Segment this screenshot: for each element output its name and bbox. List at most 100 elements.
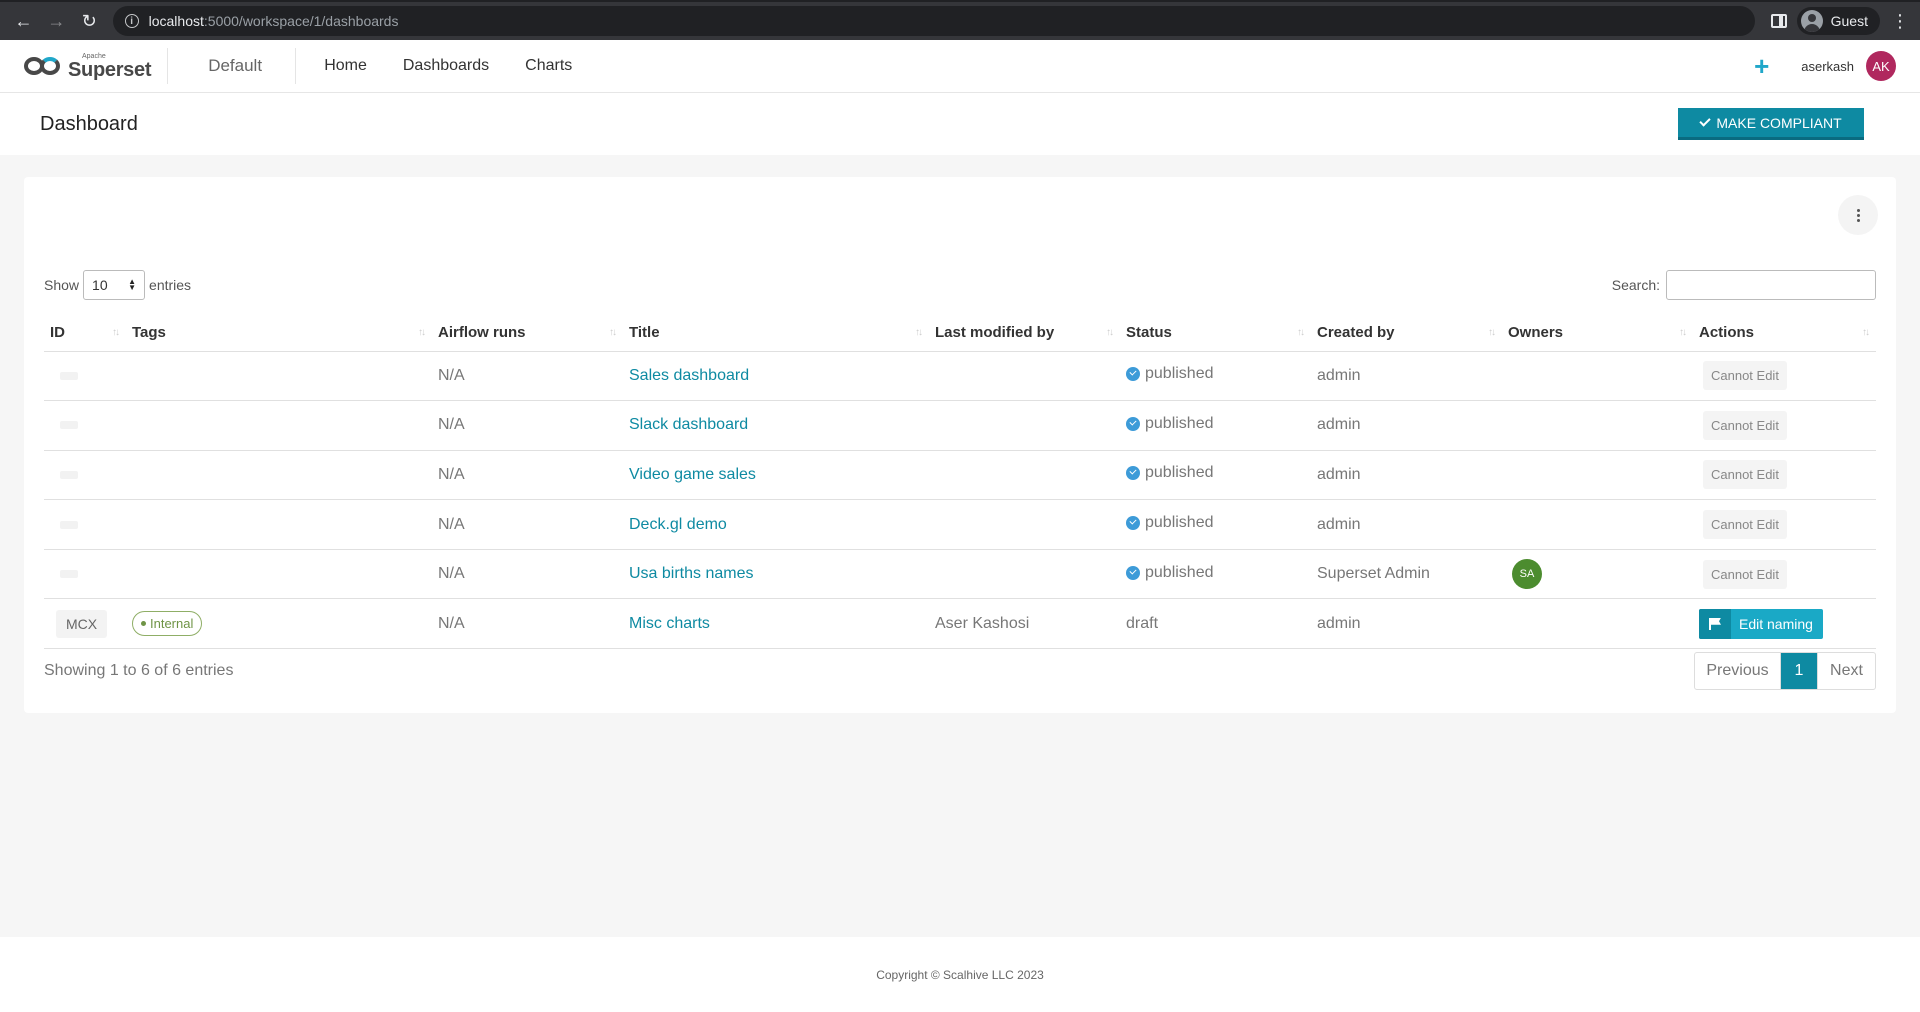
flag-icon — [1699, 608, 1731, 639]
user-avatar[interactable]: AK — [1866, 51, 1896, 81]
sort-icon: ↑↓ — [112, 327, 120, 338]
make-compliant-button[interactable]: MAKE COMPLIANT — [1678, 108, 1864, 140]
dashboards-card: Show 10 ▲ ▼ entries Search: ID ↑↓ Tags ↑↓ A… — [24, 177, 1896, 713]
status-text: published — [1145, 514, 1214, 532]
airflow-runs-cell: N/A — [432, 351, 623, 402]
search-label: Search: — [1611, 277, 1660, 293]
cannot-edit-button[interactable]: Cannot Edit — [1703, 559, 1787, 589]
published-badge-icon — [1126, 516, 1140, 531]
site-info-icon[interactable]: i — [124, 14, 139, 28]
cannot-edit-button[interactable]: Cannot Edit — [1703, 361, 1787, 391]
show-label: Show — [44, 277, 80, 293]
id-chip: MCX — [56, 609, 108, 638]
column-header-tags[interactable]: Tags ↑↓ — [126, 315, 432, 352]
dashboard-title-link[interactable]: Deck.gl demo — [629, 516, 727, 533]
menu-charts[interactable]: Charts — [507, 57, 590, 75]
edit-naming-label: Edit naming — [1739, 615, 1813, 632]
search-input[interactable] — [1666, 270, 1876, 300]
username[interactable]: aserkash — [1801, 59, 1854, 74]
column-header-owners[interactable]: Owners ↑↓ — [1502, 315, 1693, 352]
pagination: Previous 1 Next — [1694, 652, 1876, 690]
cannot-edit-button[interactable]: Cannot Edit — [1703, 410, 1787, 440]
previous-page-button[interactable]: Previous — [1695, 653, 1781, 689]
profile-button[interactable]: Guest — [1796, 7, 1880, 35]
created-by-cell: Superset Admin — [1311, 549, 1502, 600]
published-badge-icon — [1126, 466, 1140, 481]
page-title-bar: Dashboard MAKE COMPLIANT — [0, 93, 1920, 155]
browser-menu-icon[interactable]: ⋮ — [1890, 11, 1910, 32]
created-by-cell: admin — [1311, 598, 1502, 650]
side-panel-icon[interactable] — [1770, 14, 1787, 28]
sort-icon: ↑↓ — [915, 327, 923, 338]
app-header: Apache Superset Default Home Dashboards … — [0, 40, 1920, 93]
page-size-value: 10 — [92, 277, 108, 293]
column-header-id[interactable]: ID ↑↓ — [44, 315, 126, 352]
sort-icon: ↑↓ — [1862, 327, 1870, 338]
dashboards-table: ID ↑↓ Tags ↑↓ Airflow runs ↑↓ Title ↑↓ Last … — [44, 315, 1876, 650]
entries-label: entries — [149, 277, 192, 293]
sort-icon: ↑↓ — [418, 327, 426, 338]
page-size-select[interactable]: 10 ▲ ▼ — [83, 270, 146, 300]
dashboard-title-link[interactable]: Sales dashboard — [629, 367, 749, 384]
dashboard-title-link[interactable]: Slack dashboard — [629, 416, 748, 433]
edit-naming-button[interactable]: Edit naming — [1699, 608, 1823, 639]
status-text: published — [1145, 563, 1214, 581]
logo-text: Superset — [68, 58, 152, 81]
table-row: N/A Deck.gl demo published admin Cannot … — [44, 499, 1876, 550]
column-header-actions[interactable]: Actions ↑↓ — [1693, 315, 1876, 352]
id-placeholder — [60, 520, 78, 529]
logo-mark-icon — [24, 56, 64, 76]
menu-home[interactable]: Home — [306, 57, 385, 75]
column-header-last-modified-by[interactable]: Last modified by ↑↓ — [929, 315, 1120, 352]
address-bar[interactable]: i localhost:5000/workspace/1/dashboards — [112, 6, 1755, 36]
main-menu: Home Dashboards Charts — [306, 57, 590, 75]
cannot-edit-button[interactable]: Cannot Edit — [1703, 460, 1787, 490]
current-page-button[interactable]: 1 — [1781, 653, 1817, 689]
sort-icon: ↑↓ — [1106, 327, 1114, 338]
sort-icon: ↑↓ — [1679, 327, 1687, 338]
sort-icon: ↑↓ — [1297, 327, 1305, 338]
select-arrows-icon: ▲ ▼ — [128, 277, 137, 292]
check-icon — [1699, 114, 1712, 127]
column-header-status[interactable]: Status ↑↓ — [1120, 315, 1311, 352]
id-placeholder — [60, 371, 78, 380]
column-header-created-by[interactable]: Created by ↑↓ — [1311, 315, 1502, 352]
back-arrow-icon[interactable]: ← — [10, 7, 37, 35]
next-page-button[interactable]: Next — [1817, 653, 1875, 689]
dashboard-title-link[interactable]: Video game sales — [629, 466, 756, 483]
tag-chip[interactable]: Internal — [132, 611, 203, 637]
column-header-title[interactable]: Title ↑↓ — [623, 315, 929, 352]
published-badge-icon — [1126, 367, 1140, 382]
menu-dashboards[interactable]: Dashboards — [385, 57, 507, 75]
id-placeholder — [60, 570, 78, 579]
page-size-control: Show 10 ▲ ▼ entries — [44, 270, 191, 300]
cannot-edit-button[interactable]: Cannot Edit — [1703, 510, 1787, 540]
reload-icon[interactable]: ↻ — [76, 7, 103, 35]
forward-arrow-icon[interactable]: → — [43, 7, 70, 35]
workspace-name[interactable]: Default — [168, 48, 297, 84]
url-text: localhost:5000/workspace/1/dashboards — [148, 13, 399, 29]
more-options-icon[interactable] — [1838, 195, 1878, 235]
make-compliant-label: MAKE COMPLIANT — [1716, 114, 1842, 131]
airflow-runs-cell: N/A — [432, 400, 623, 451]
dashboard-title-link[interactable]: Misc charts — [629, 615, 710, 632]
column-header-airflow-runs[interactable]: Airflow runs ↑↓ — [432, 315, 623, 352]
created-by-cell: admin — [1311, 450, 1502, 501]
table-row: MCX Internal N/A Misc charts Aser Kashos… — [44, 598, 1876, 650]
superset-logo[interactable]: Apache Superset — [24, 48, 169, 84]
table-row: N/A Slack dashboard published admin Cann… — [44, 400, 1876, 451]
last-modified-by-cell: Aser Kashosi — [929, 598, 1120, 650]
copyright-text: Copyright © Scalhive LLC 2023 — [876, 967, 1044, 982]
page-title: Dashboard — [40, 112, 138, 135]
page-footer: Copyright © Scalhive LLC 2023 — [0, 937, 1920, 1012]
published-badge-icon — [1126, 416, 1140, 431]
owner-avatar[interactable]: SA — [1512, 559, 1542, 590]
dashboard-title-link[interactable]: Usa births names — [629, 565, 754, 582]
table-header-row: ID ↑↓ Tags ↑↓ Airflow runs ↑↓ Title ↑↓ Last … — [44, 315, 1876, 352]
plus-icon[interactable]: + — [1754, 53, 1769, 79]
table-row: N/A Sales dashboard published admin Cann… — [44, 351, 1876, 402]
id-placeholder — [60, 421, 78, 430]
sort-icon: ↑↓ — [1488, 327, 1496, 338]
profile-label: Guest — [1830, 13, 1868, 29]
airflow-runs-cell: N/A — [432, 450, 623, 501]
